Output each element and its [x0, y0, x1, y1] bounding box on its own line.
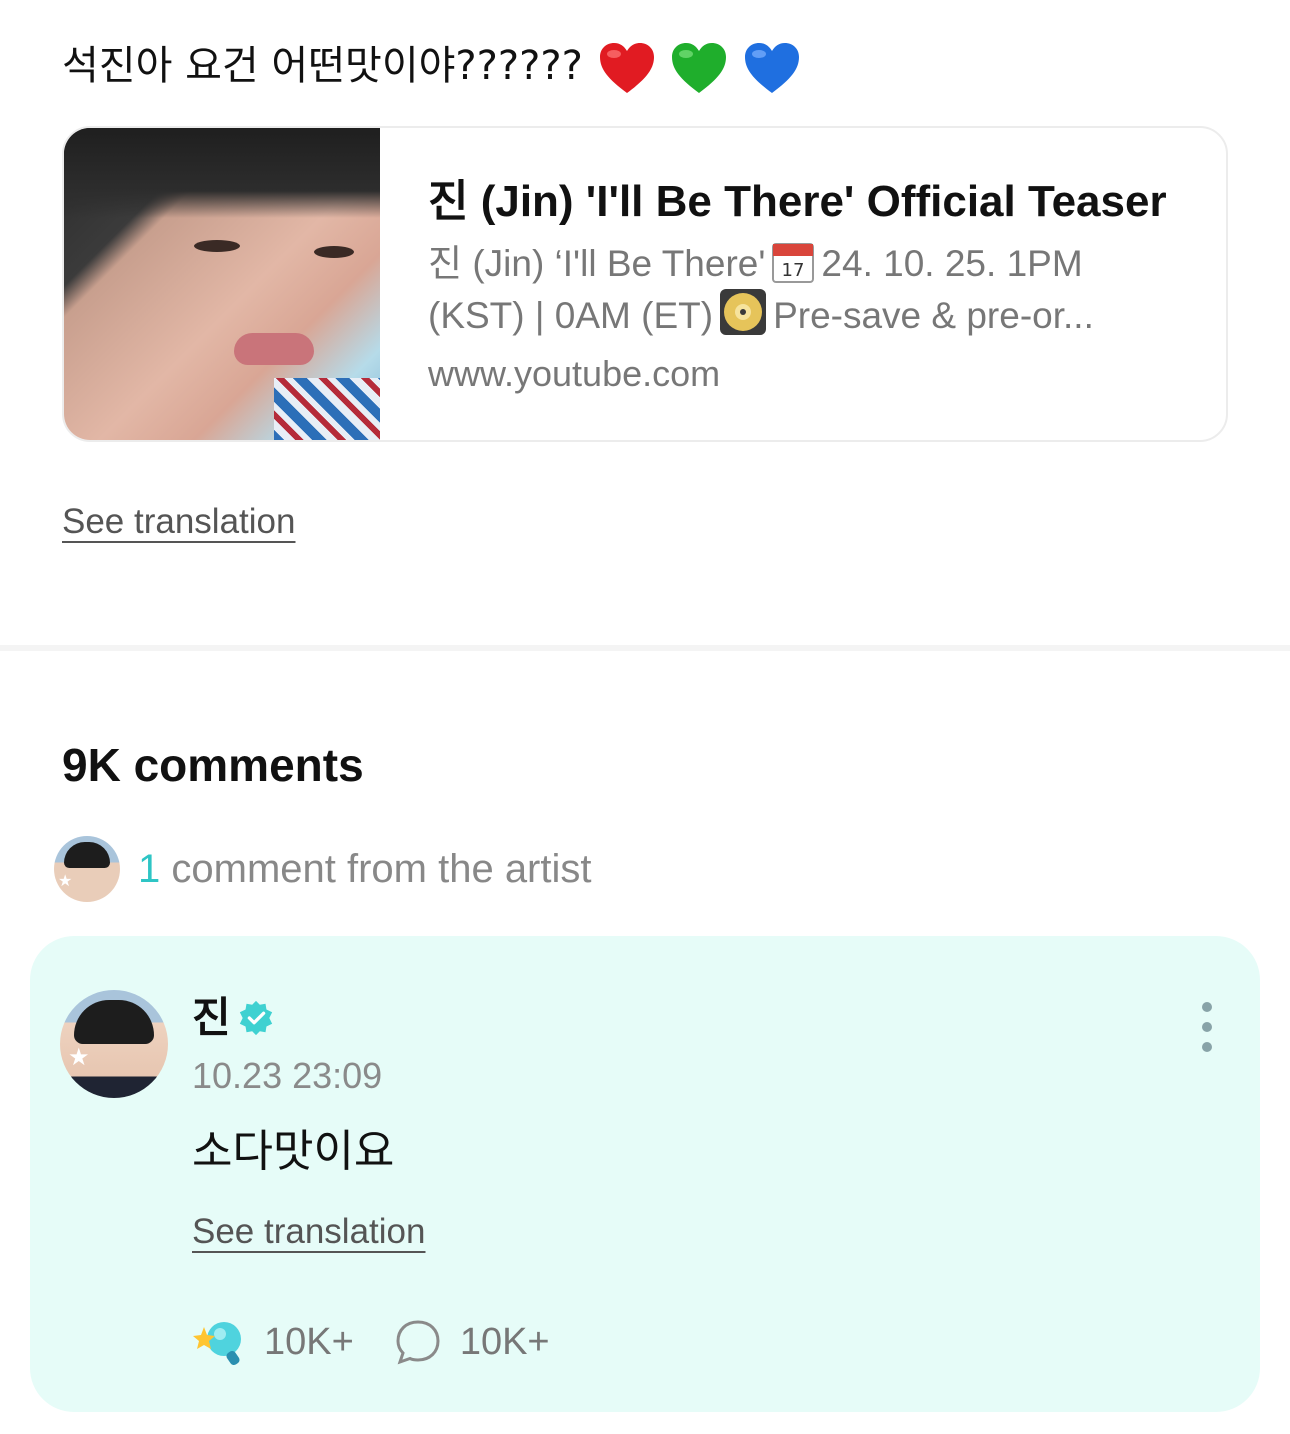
svg-text:17: 17 [782, 260, 805, 281]
artist-comment-card: ★ 진 10.23 23:09 소다맛이요 See translation 10… [30, 936, 1260, 1412]
post-body: 석진아 요건 어떤맛이야?????? [62, 43, 583, 89]
link-url: www.youtube.com [428, 353, 721, 394]
avatar[interactable]: ★ [60, 990, 168, 1098]
reply-count: 10K+ [459, 1320, 550, 1363]
comment-timestamp: 10.23 23:09 [192, 1055, 383, 1096]
like-count: 10K+ [264, 1320, 354, 1363]
section-divider [0, 645, 1290, 651]
reply-button[interactable]: 10K+ [394, 1318, 550, 1366]
verified-badge-icon [239, 1000, 272, 1036]
comment-bubble-icon [396, 1320, 440, 1365]
post-page: 석진아 요건 어떤맛이야?????? 진 (Jin) 'I'll Be Ther… [0, 0, 1290, 1434]
more-options-icon[interactable] [1196, 1002, 1220, 1058]
link-description: 진 (Jin) ‘I'll Be There' 17 24. 10. 25. 1… [428, 240, 1186, 336]
artist-comment-label: 1 comment from the artist [138, 846, 592, 891]
link-card-body: 진 (Jin) 'I'll Be There' Official Teaser … [428, 172, 1186, 398]
comment-body: 소다맛이요 [192, 1126, 395, 1177]
calendar-icon: 17 [772, 243, 815, 283]
video-thumbnail [64, 128, 380, 440]
author-name: 진 [192, 993, 231, 1042]
comments-count-title: 9K comments [62, 739, 364, 791]
see-translation-link[interactable]: See translation [62, 502, 295, 542]
artist-comments-filter[interactable]: ★ 1 comment from the artist [54, 836, 592, 902]
comment-author[interactable]: 진 [192, 992, 275, 1044]
post-text: 석진아 요건 어떤맛이야?????? [62, 36, 801, 96]
like-button[interactable]: 10K+ [192, 1317, 354, 1367]
blue-heart-icon [744, 43, 799, 93]
lightstick-like-icon [193, 1322, 241, 1366]
comment-stats: 10K+ 10K+ [192, 1314, 550, 1370]
red-heart-icon [599, 43, 654, 93]
comment-see-translation-link[interactable]: See translation [192, 1212, 425, 1252]
link-title: 진 (Jin) 'I'll Be There' Official Teaser [428, 177, 1167, 226]
green-heart-icon [672, 43, 727, 93]
artist-avatar: ★ [54, 836, 120, 902]
dvd-icon [720, 289, 767, 335]
link-preview-card[interactable]: 진 (Jin) 'I'll Be There' Official Teaser … [62, 126, 1228, 442]
